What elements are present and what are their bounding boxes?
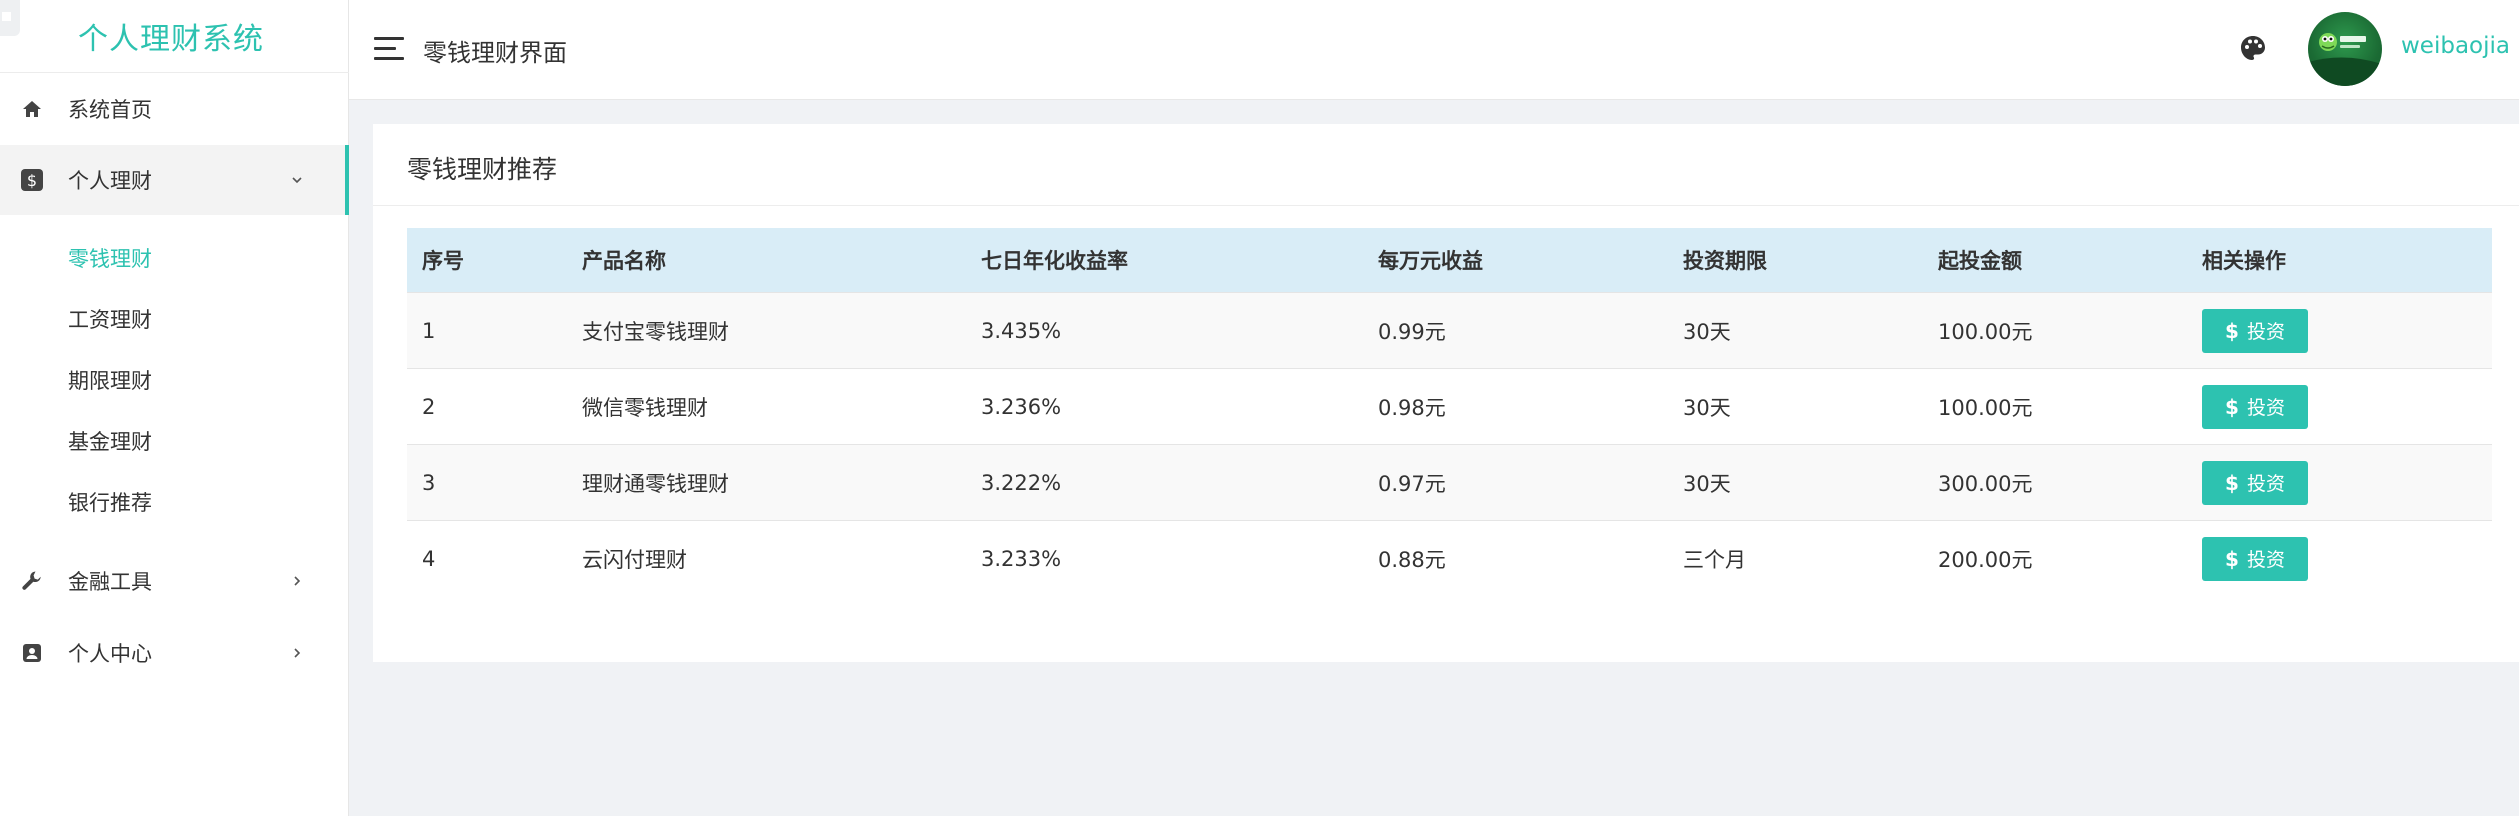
sidebar-item-label: 个人中心 — [68, 642, 152, 666]
cell-minimum: 200.00元 — [1938, 547, 2033, 572]
invest-button-label: 投资 — [2246, 397, 2285, 419]
products-table: 序号 产品名称 七日年化收益率 每万元收益 投资期限 起投金额 相关操作 1 支… — [407, 228, 2492, 596]
cell-index: 1 — [422, 318, 436, 343]
menu-toggle-icon[interactable] — [374, 37, 404, 61]
sidebar: 个人理财系统 系统首页 $ 个人理财 零钱理财 工资理财 期限理财 基金理财 银… — [0, 0, 349, 816]
chevron-right-icon — [290, 574, 304, 588]
logo: 个人理财系统 — [0, 0, 349, 73]
cell-name: 支付宝零钱理财 — [582, 319, 729, 344]
sidebar-subitem-label: 银行推荐 — [68, 491, 152, 515]
sidebar-item-home[interactable]: 系统首页 — [0, 74, 349, 144]
dollar-icon: $ — [20, 168, 44, 192]
invest-button-label: 投资 — [2246, 321, 2285, 343]
sidebar-item-label: 系统首页 — [68, 98, 152, 122]
table-header: 序号 产品名称 七日年化收益率 每万元收益 投资期限 起投金额 相关操作 — [407, 228, 2492, 292]
cell-yield: 3.233% — [981, 546, 1062, 571]
cell-index: 3 — [422, 470, 436, 495]
cell-minimum: 300.00元 — [1938, 471, 2033, 496]
sidebar-item-personal-finance[interactable]: $ 个人理财 — [0, 145, 349, 215]
page-title: 零钱理财界面 — [423, 39, 567, 67]
cell-name: 云闪付理财 — [582, 547, 687, 572]
chevron-down-icon — [290, 173, 304, 187]
cell-yield: 3.236% — [981, 394, 1062, 419]
invest-button[interactable]: $ 投资 — [2202, 460, 2308, 505]
sidebar-item-personal-center[interactable]: 个人中心 — [0, 618, 349, 688]
sidebar-subitem-pocket-finance[interactable]: 零钱理财 — [0, 228, 349, 288]
chevron-right-icon — [290, 646, 304, 660]
cell-term: 30天 — [1683, 471, 1731, 496]
cell-index: 4 — [422, 546, 436, 571]
sidebar-subitem-label: 基金理财 — [68, 430, 152, 454]
wrench-icon — [20, 569, 44, 593]
dollar-icon: $ — [2225, 546, 2239, 571]
cell-minimum: 100.00元 — [1938, 395, 2033, 420]
avatar[interactable] — [2308, 12, 2382, 86]
dollar-icon: $ — [2225, 318, 2239, 343]
table-row: 4 云闪付理财 3.233% 0.88元 三个月 200.00元 $ 投资 — [407, 520, 2492, 596]
cell-return: 0.88元 — [1378, 547, 1446, 572]
card-title: 零钱理财推荐 — [407, 155, 558, 184]
sidebar-subitem-salary-finance[interactable]: 工资理财 — [0, 289, 349, 349]
contact-card-icon — [20, 641, 44, 665]
app-title: 个人理财系统 — [78, 22, 264, 57]
column-header-return: 每万元收益 — [1378, 249, 1483, 273]
cell-return: 0.97元 — [1378, 471, 1446, 496]
home-icon — [20, 97, 44, 121]
column-header-term: 投资期限 — [1683, 249, 1767, 273]
username[interactable]: weibaojia — [2401, 33, 2510, 59]
cell-name: 理财通零钱理财 — [582, 471, 729, 496]
dollar-icon: $ — [2225, 394, 2239, 419]
sidebar-subitem-label: 工资理财 — [68, 308, 152, 332]
svg-text:$: $ — [27, 171, 37, 190]
top-header: 零钱理财界面 weibaojia — [349, 0, 2519, 100]
column-header-actions: 相关操作 — [2202, 249, 2286, 273]
invest-button[interactable]: $ 投资 — [2202, 384, 2308, 429]
invest-button[interactable]: $ 投资 — [2202, 536, 2308, 581]
cell-term: 三个月 — [1683, 547, 1746, 572]
table-row: 1 支付宝零钱理财 3.435% 0.99元 30天 100.00元 $ 投资 — [407, 292, 2492, 368]
table-row: 3 理财通零钱理财 3.222% 0.97元 30天 300.00元 $ 投资 — [407, 444, 2492, 520]
sidebar-item-label: 金融工具 — [68, 570, 152, 594]
cell-yield: 3.435% — [981, 318, 1062, 343]
cell-index: 2 — [422, 394, 436, 419]
dollar-icon: $ — [2225, 470, 2239, 495]
table-row: 2 微信零钱理财 3.236% 0.98元 30天 100.00元 $ 投资 — [407, 368, 2492, 444]
sidebar-subitem-bank-recommend[interactable]: 银行推荐 — [0, 472, 349, 532]
sidebar-subitem-fund-finance[interactable]: 基金理财 — [0, 411, 349, 471]
sidebar-subitem-label: 零钱理财 — [68, 247, 152, 271]
card-divider — [373, 205, 2519, 206]
cell-return: 0.98元 — [1378, 395, 1446, 420]
column-header-name: 产品名称 — [582, 249, 666, 273]
column-header-minimum: 起投金额 — [1938, 249, 2022, 273]
sidebar-subitem-label: 期限理财 — [68, 369, 152, 393]
cell-yield: 3.222% — [981, 470, 1062, 495]
cell-term: 30天 — [1683, 319, 1731, 344]
recommend-card: 零钱理财推荐 序号 产品名称 七日年化收益率 每万元收益 投资期限 起投金额 相… — [373, 124, 2519, 662]
column-header-index: 序号 — [422, 249, 464, 273]
column-header-yield: 七日年化收益率 — [981, 249, 1128, 273]
invest-button-label: 投资 — [2246, 473, 2285, 495]
cell-name: 微信零钱理财 — [582, 395, 708, 420]
cell-term: 30天 — [1683, 395, 1731, 420]
cell-minimum: 100.00元 — [1938, 319, 2033, 344]
palette-icon[interactable] — [2238, 33, 2268, 63]
sidebar-item-label: 个人理财 — [68, 169, 152, 193]
invest-button-label: 投资 — [2246, 549, 2285, 571]
cell-return: 0.99元 — [1378, 319, 1446, 344]
invest-button[interactable]: $ 投资 — [2202, 308, 2308, 353]
sidebar-item-finance-tools[interactable]: 金融工具 — [0, 546, 349, 616]
sidebar-subitem-term-finance[interactable]: 期限理财 — [0, 350, 349, 410]
